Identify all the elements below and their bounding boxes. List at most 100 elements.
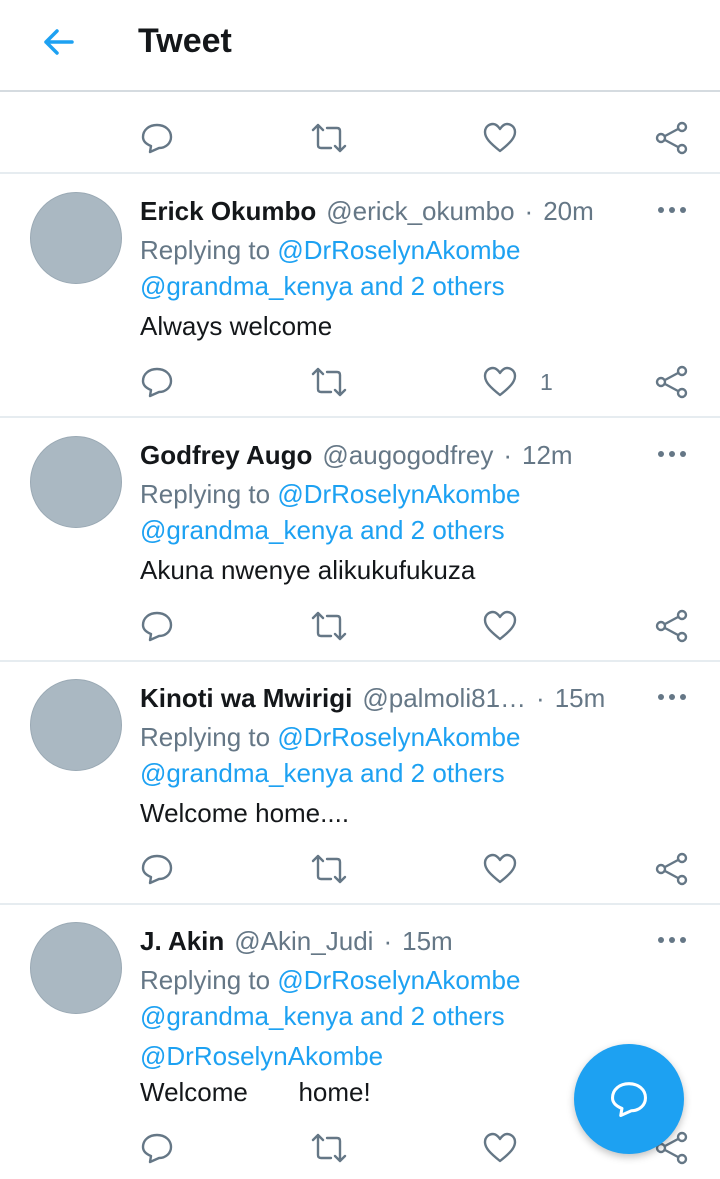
- share-button[interactable]: [654, 849, 690, 889]
- share-button[interactable]: [654, 606, 690, 646]
- share-button[interactable]: [654, 118, 690, 158]
- more-dots-icon: [658, 207, 686, 213]
- tweet-text: Welcome home....: [140, 798, 350, 828]
- replying-to-others[interactable]: @grandma_kenya and 2 others: [140, 268, 505, 304]
- tweet-header: J. Akin @Akin_Judi · 15m: [140, 924, 453, 958]
- like-button[interactable]: [482, 1128, 518, 1168]
- compose-reply-button[interactable]: [574, 1044, 684, 1154]
- replying-to-others[interactable]: @grandma_kenya and 2 others: [140, 512, 505, 548]
- separator-dot: ·: [503, 439, 513, 470]
- tweet-actions: [0, 849, 720, 889]
- retweet-icon: [311, 854, 347, 884]
- heart-icon: [483, 366, 517, 397]
- replying-to-label: Replying to: [140, 479, 271, 509]
- timestamp: 15m: [402, 925, 453, 956]
- retweet-button[interactable]: [310, 1128, 348, 1168]
- share-icon: [655, 852, 688, 886]
- reply-button[interactable]: [140, 118, 174, 158]
- replying-to-label: Replying to: [140, 965, 271, 995]
- back-button[interactable]: [36, 22, 80, 62]
- retweet-icon: [311, 1133, 347, 1163]
- more-options-button[interactable]: [652, 198, 692, 222]
- tweet-header: Kinoti wa Mwirigi @palmoli81… · 15m: [140, 681, 605, 715]
- tweet-text: Always welcome: [140, 311, 333, 341]
- share-icon: [655, 121, 688, 155]
- like-count: 1: [540, 368, 553, 395]
- more-options-button[interactable]: [652, 685, 692, 709]
- reply-tweet[interactable]: Godfrey Augo @augogodfrey · 12m Replying…: [0, 418, 720, 660]
- replying-to-others[interactable]: @grandma_kenya and 2 others: [140, 755, 505, 791]
- reply-button[interactable]: [140, 606, 174, 646]
- author-name[interactable]: J. Akin: [140, 926, 224, 957]
- timestamp: 20m: [543, 195, 594, 226]
- replying-to-others[interactable]: @grandma_kenya and 2 others: [140, 998, 505, 1034]
- avatar[interactable]: [30, 436, 122, 528]
- retweet-icon: [311, 367, 347, 397]
- heart-icon: [483, 610, 517, 641]
- comment-bubble-icon: [141, 854, 173, 885]
- retweet-button[interactable]: [310, 606, 348, 646]
- heart-icon: [483, 853, 517, 884]
- share-icon: [655, 365, 688, 399]
- comment-bubble-icon: [141, 367, 173, 398]
- author-handle[interactable]: @erick_okumbo: [326, 196, 514, 227]
- replying-to-mention[interactable]: @DrRoselynAkombe: [277, 965, 520, 995]
- more-options-button[interactable]: [652, 442, 692, 466]
- compose-reply-icon: [611, 1082, 647, 1117]
- replying-to: Replying to @DrRoselynAkombe: [140, 962, 520, 998]
- author-name[interactable]: Erick Okumbo: [140, 196, 316, 227]
- reply-button[interactable]: [140, 1128, 174, 1168]
- more-options-button[interactable]: [652, 928, 692, 952]
- reply-button[interactable]: [140, 362, 174, 402]
- tweet-text: Akuna nwenye alikukufukuza: [140, 555, 476, 585]
- replying-to-mention[interactable]: @DrRoselynAkombe: [277, 235, 520, 265]
- replying-to-mention[interactable]: @DrRoselynAkombe: [277, 722, 520, 752]
- replying-to-mention[interactable]: @DrRoselynAkombe: [277, 479, 520, 509]
- tweet-actions: [0, 606, 720, 646]
- heart-icon: [483, 122, 517, 153]
- replying-to: Replying to @DrRoselynAkombe: [140, 232, 520, 268]
- more-dots-icon: [658, 694, 686, 700]
- timestamp: 12m: [522, 439, 573, 470]
- timestamp: 15m: [554, 682, 606, 713]
- retweet-icon: [311, 611, 347, 641]
- replying-to-label: Replying to: [140, 235, 271, 265]
- retweet-button[interactable]: [310, 118, 348, 158]
- author-name[interactable]: Kinoti wa Mwirigi: [140, 683, 352, 714]
- tweet-text: Welcome home!: [140, 1077, 371, 1107]
- more-dots-icon: [658, 451, 686, 457]
- retweet-button[interactable]: [310, 362, 348, 402]
- avatar[interactable]: [30, 922, 122, 1014]
- like-button[interactable]: [482, 606, 518, 646]
- tweet-mention[interactable]: @DrRoselynAkombe: [140, 1038, 383, 1074]
- author-name[interactable]: Godfrey Augo: [140, 440, 312, 471]
- page-title: Tweet: [138, 22, 232, 60]
- author-handle[interactable]: @augogodfrey: [322, 440, 493, 471]
- comment-bubble-icon: [141, 123, 173, 154]
- comment-bubble-icon: [141, 1133, 173, 1164]
- like-button[interactable]: [482, 849, 518, 889]
- main-tweet-actions: [0, 118, 720, 158]
- more-dots-icon: [658, 937, 686, 943]
- author-handle[interactable]: @palmoli81…: [362, 683, 526, 714]
- retweet-button[interactable]: [310, 849, 348, 889]
- like-button[interactable]: [482, 118, 518, 158]
- heart-icon: [483, 1132, 517, 1163]
- tweet-header: Godfrey Augo @augogodfrey · 12m: [140, 438, 573, 472]
- reply-button[interactable]: [140, 849, 174, 889]
- share-icon: [655, 609, 688, 643]
- reply-tweet[interactable]: Kinoti wa Mwirigi @palmoli81… · 15m Repl…: [0, 661, 720, 903]
- author-handle[interactable]: @Akin_Judi: [234, 926, 373, 957]
- replying-to: Replying to @DrRoselynAkombe: [140, 719, 520, 755]
- separator-dot: ·: [383, 925, 393, 956]
- tweet-actions: 1: [0, 362, 720, 402]
- top-app-bar: Tweet: [0, 0, 720, 92]
- share-button[interactable]: [654, 362, 690, 402]
- reply-tweet[interactable]: Erick Okumbo @erick_okumbo · 20m Replyin…: [0, 174, 720, 416]
- avatar[interactable]: [30, 679, 122, 771]
- like-button[interactable]: 1: [482, 362, 553, 402]
- arrow-left-icon: [44, 29, 74, 55]
- tweet-header: Erick Okumbo @erick_okumbo · 20m: [140, 194, 594, 228]
- avatar[interactable]: [30, 192, 122, 284]
- separator-dot: ·: [524, 195, 534, 226]
